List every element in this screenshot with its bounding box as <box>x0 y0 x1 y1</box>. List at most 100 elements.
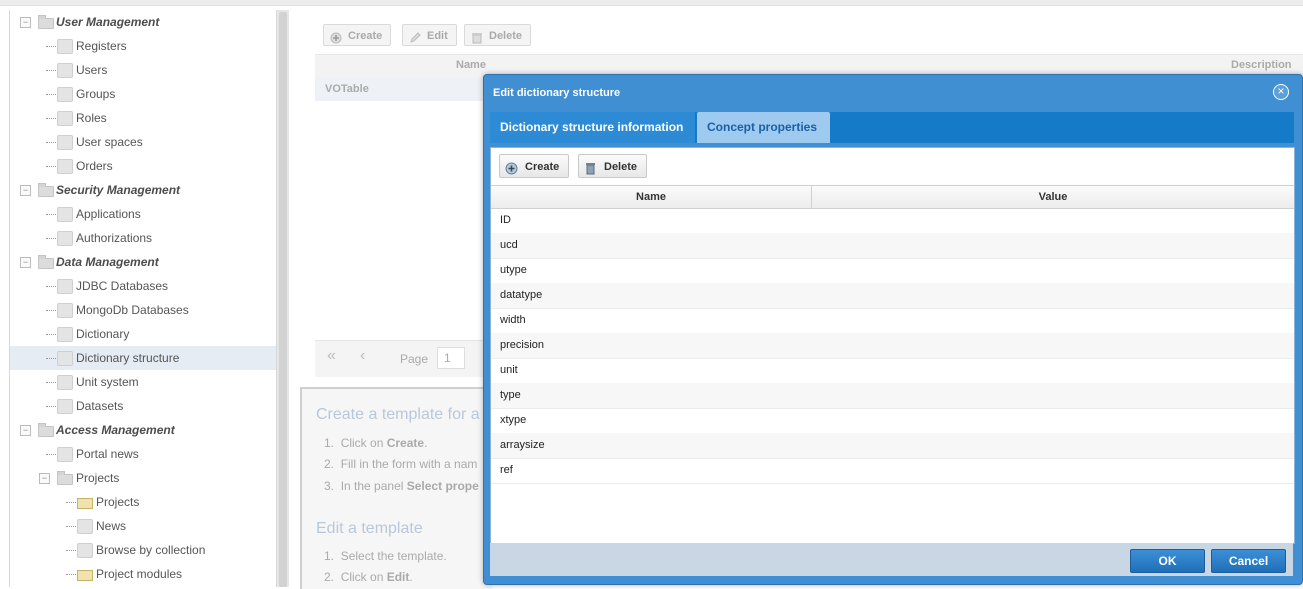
sidebar-item[interactable]: Portal news <box>10 442 276 466</box>
sidebar-item-label: Orders <box>76 159 113 173</box>
help-title-create: Create a template for a <box>316 406 480 423</box>
help-step: 3. In the panel Select prope <box>324 479 479 493</box>
collapse-toggle-icon[interactable]: − <box>20 17 31 28</box>
table-row[interactable]: unit <box>491 358 1294 384</box>
tree-connector <box>46 166 56 167</box>
table-row[interactable]: type <box>491 383 1294 409</box>
collection-icon <box>77 543 93 558</box>
collapse-toggle-icon[interactable]: − <box>20 185 31 196</box>
table-row[interactable]: width <box>491 308 1294 334</box>
table-row[interactable]: precision <box>491 333 1294 359</box>
tree-connector <box>46 70 56 71</box>
sidebar-item[interactable]: Dictionary structure <box>10 346 276 370</box>
sidebar-item[interactable]: Roles <box>10 106 276 130</box>
property-name-cell: ID <box>500 214 511 226</box>
sidebar-item-label: Datasets <box>76 399 124 413</box>
sidebar-item[interactable]: News <box>10 514 276 538</box>
tab-concept-properties[interactable]: Concept properties <box>697 112 830 143</box>
close-icon[interactable]: × <box>1273 84 1289 100</box>
sidebar-item[interactable]: Registers <box>10 34 276 58</box>
property-name-cell: width <box>500 314 526 326</box>
edit-dictionary-structure-dialog: Edit dictionary structure × Dictionary s… <box>483 74 1303 585</box>
column-header-name[interactable]: Name <box>456 59 486 71</box>
tree-connector <box>46 358 56 359</box>
table-row[interactable]: ref <box>491 458 1294 484</box>
sidebar-item[interactable]: Orders <box>10 154 276 178</box>
page-input[interactable]: 1 <box>437 347 465 369</box>
sidebar-item-label: News <box>96 519 127 533</box>
sidebar-item[interactable]: − Access Management <box>10 418 276 442</box>
sidebar-item[interactable]: Projects <box>10 490 276 514</box>
collapse-toggle-icon[interactable]: − <box>39 473 50 484</box>
sidebar-item[interactable]: Project modules <box>10 562 276 586</box>
create-property-label: Create <box>525 161 560 173</box>
cancel-button[interactable]: Cancel <box>1211 549 1286 573</box>
sidebar-item-label: Data Management <box>56 255 159 269</box>
collapse-toggle-icon[interactable]: − <box>20 425 31 436</box>
sidebar-item-label: Browse by collection <box>96 543 206 557</box>
delete-button[interactable]: Delete <box>464 24 532 46</box>
sidebar-item-label: Project modules <box>96 567 183 581</box>
cloud-icon <box>57 135 73 150</box>
sidebar-item[interactable]: JDBC Databases <box>10 274 276 298</box>
roles-icon <box>57 111 73 126</box>
column-header-value[interactable]: Value <box>812 186 1294 208</box>
table-row[interactable]: utype <box>491 258 1294 284</box>
navigation-tree: − User Management Registers Users Groups Role… <box>9 10 277 587</box>
sidebar-item[interactable]: Dictionary <box>10 322 276 346</box>
sidebar-item-label: User Management <box>56 15 160 29</box>
folder-icon <box>38 255 54 269</box>
ok-button[interactable]: OK <box>1130 549 1205 573</box>
first-page-icon[interactable]: « <box>327 347 336 365</box>
sidebar-item-label: Projects <box>96 495 140 509</box>
sidebar-item[interactable]: − User Management <box>10 10 276 34</box>
create-property-button[interactable]: Create <box>499 154 570 178</box>
sidebar-item[interactable]: − Security Management <box>10 178 276 202</box>
column-header-name[interactable]: Name <box>491 186 811 208</box>
sidebar-item[interactable]: MongoDb Databases <box>10 298 276 322</box>
create-button[interactable]: Create <box>323 24 392 46</box>
sidebar-item[interactable]: Applications <box>10 202 276 226</box>
tree-connector <box>46 454 56 455</box>
delete-property-label: Delete <box>604 161 638 173</box>
sidebar-item[interactable]: − Data Management <box>10 250 276 274</box>
sidebar-item[interactable]: Browse by collection <box>10 538 276 562</box>
sidebar-item[interactable]: Groups <box>10 82 276 106</box>
sidebar-item[interactable]: Authorizations <box>10 226 276 250</box>
sidebar-item-label: Groups <box>76 87 116 101</box>
sidebar-item-label: Dictionary structure <box>76 351 180 365</box>
edit-button[interactable]: Edit <box>402 24 457 46</box>
grid-row[interactable]: VOTable <box>315 77 485 101</box>
sidebar-item-label: Access Management <box>56 423 175 437</box>
table-row[interactable]: ucd <box>491 233 1294 259</box>
user-icon <box>57 63 73 78</box>
table-row[interactable]: ID <box>491 208 1294 234</box>
sidebar-item-label: User spaces <box>76 135 143 149</box>
folder-icon <box>38 423 54 437</box>
table-row[interactable]: xtype <box>491 408 1294 434</box>
sidebar-item[interactable]: Unit system <box>10 370 276 394</box>
sidebar-item[interactable]: User spaces <box>10 130 276 154</box>
folder-icon <box>38 15 54 29</box>
sidebar-item-label: Users <box>76 63 108 77</box>
delete-property-button[interactable]: Delete <box>578 154 648 178</box>
tree-connector <box>46 46 56 47</box>
previous-page-icon[interactable]: ‹ <box>360 347 365 365</box>
groups-icon <box>57 87 73 102</box>
property-name-cell: arraysize <box>500 439 545 451</box>
folder-icon <box>57 471 73 485</box>
add-icon <box>505 160 518 175</box>
collapse-toggle-icon[interactable]: − <box>20 257 31 268</box>
tab-dictionary-structure-information[interactable]: Dictionary structure information <box>490 112 696 143</box>
sidebar-scrollbar-thumb[interactable] <box>279 12 287 587</box>
column-header-description[interactable]: Description <box>1231 59 1292 71</box>
table-row[interactable]: arraysize <box>491 433 1294 459</box>
sidebar-item[interactable]: − Projects <box>10 466 276 490</box>
sidebar-item[interactable]: Datasets <box>10 394 276 418</box>
sidebar-item[interactable]: Users <box>10 58 276 82</box>
sidebar-item-label: Roles <box>76 111 107 125</box>
tree-connector <box>46 118 56 119</box>
help-panel: Create a template for a 1. Click on Crea… <box>300 387 492 589</box>
table-row[interactable]: datatype <box>491 283 1294 309</box>
sidebar-item-label: JDBC Databases <box>76 279 169 293</box>
